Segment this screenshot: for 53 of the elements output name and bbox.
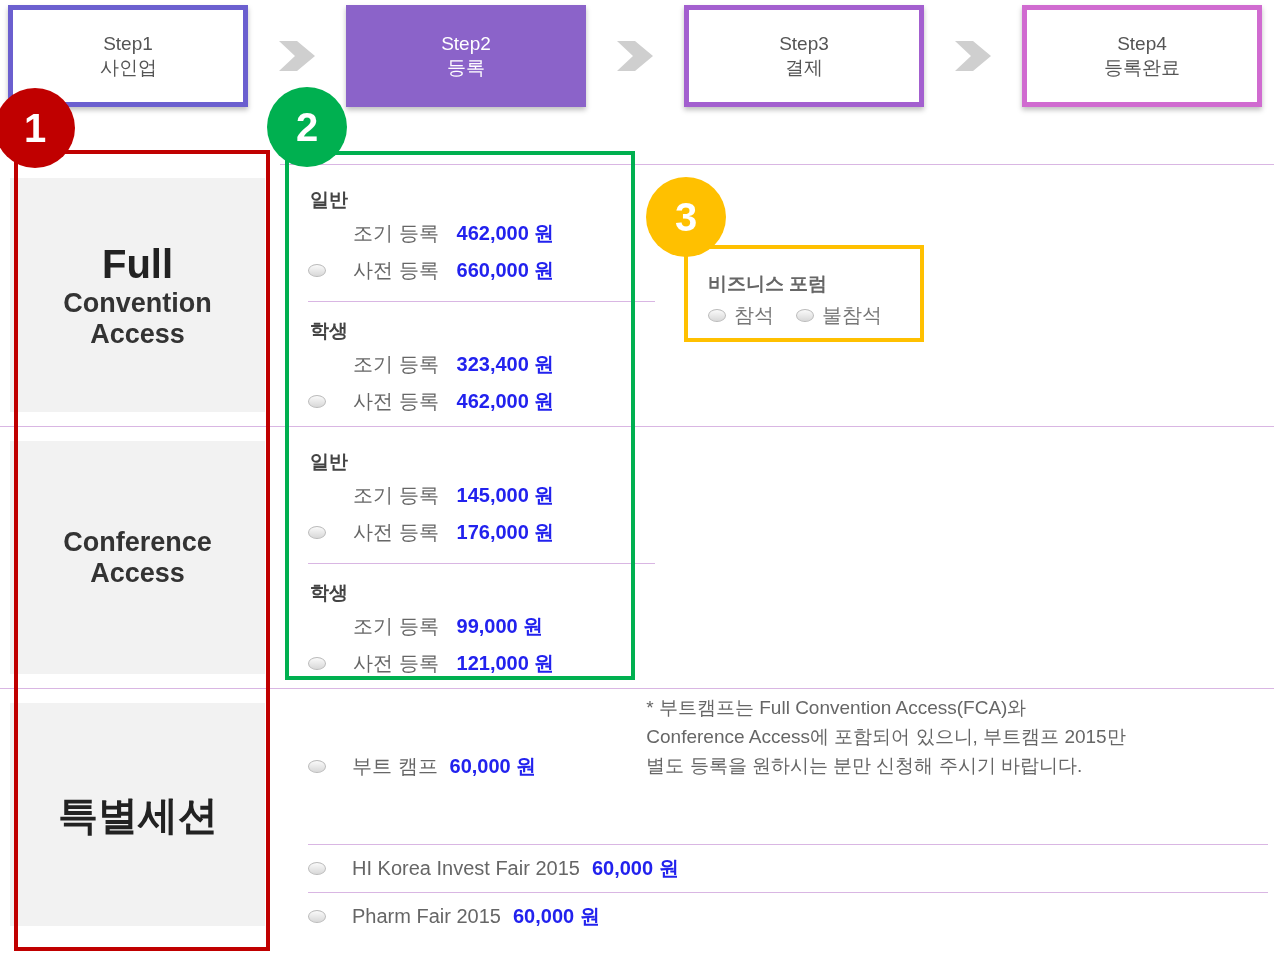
option-label: 사전 등록 [353, 651, 439, 676]
section-title: 특별세션 [57, 791, 218, 839]
number-badge: 2 [267, 87, 347, 167]
option-label: 부트 캠프 [352, 754, 438, 779]
option-label: 조기 등록 [353, 221, 439, 246]
step-tab[interactable]: Step1 사인업 [8, 5, 248, 107]
option-label: 조기 등록 [353, 614, 439, 639]
radio-button[interactable] [308, 760, 326, 773]
price: 462,000 원 [456, 389, 555, 414]
number-badge: 3 [646, 177, 726, 257]
option-label: 사전 등록 [353, 389, 439, 414]
option-label: 사전 등록 [353, 520, 439, 545]
option-label: 조기 등록 [353, 483, 439, 508]
radio-button[interactable] [308, 862, 326, 875]
radio-button[interactable] [308, 657, 326, 670]
radio-button[interactable] [708, 308, 726, 322]
category-label: 일반 [309, 188, 349, 212]
step-tab[interactable]: Step3 결제 [684, 5, 924, 107]
option-label: Pharm Fair 2015 [352, 905, 501, 928]
price: 60,000 원 [591, 856, 679, 881]
radio-button[interactable] [308, 910, 326, 923]
category-label: 학생 [309, 319, 349, 343]
radio-button[interactable] [308, 395, 326, 408]
price: 121,000 원 [456, 651, 555, 676]
price: 176,000 원 [456, 520, 555, 545]
radio-button[interactable] [308, 264, 326, 277]
section-title: Conference Access [62, 526, 213, 589]
price: 145,000 원 [456, 483, 555, 508]
option-label: HI Korea Invest Fair 2015 [352, 857, 580, 880]
radio-button[interactable] [796, 308, 814, 322]
note-text: * 부트캠프는 Full Convention Access(FCA)와 Conference Access에 포함되어 있으니, 부트캠프 2015만 별도 등록을 원하시는 분만 신청해 주시기 바랍니다. [646, 696, 1126, 778]
chevron-icon [615, 39, 655, 73]
price: 99,000 원 [456, 614, 544, 639]
forum-title: 비즈니스 포럼 [708, 272, 829, 296]
number-badge: 1 [0, 88, 75, 168]
step-tab[interactable]: Step4 등록완료 [1022, 5, 1262, 107]
chevron-icon [277, 39, 317, 73]
price: 660,000 원 [456, 258, 555, 283]
option-label: 참석 [734, 302, 774, 328]
price: 60,000 원 [512, 904, 600, 929]
option-label: 사전 등록 [353, 258, 439, 283]
category-label: 일반 [309, 450, 349, 474]
option-label: 불참석 [822, 302, 882, 328]
radio-button[interactable] [308, 526, 326, 539]
price: 60,000 원 [449, 754, 537, 779]
price: 462,000 원 [456, 221, 555, 246]
section-title: Convention Access [62, 288, 213, 350]
step-tab[interactable]: Step2 등록 [346, 5, 586, 107]
price: 323,400 원 [456, 352, 555, 377]
chevron-icon [953, 39, 993, 73]
category-label: 학생 [309, 581, 349, 605]
option-label: 조기 등록 [353, 352, 439, 377]
section-title: Full [101, 241, 174, 288]
